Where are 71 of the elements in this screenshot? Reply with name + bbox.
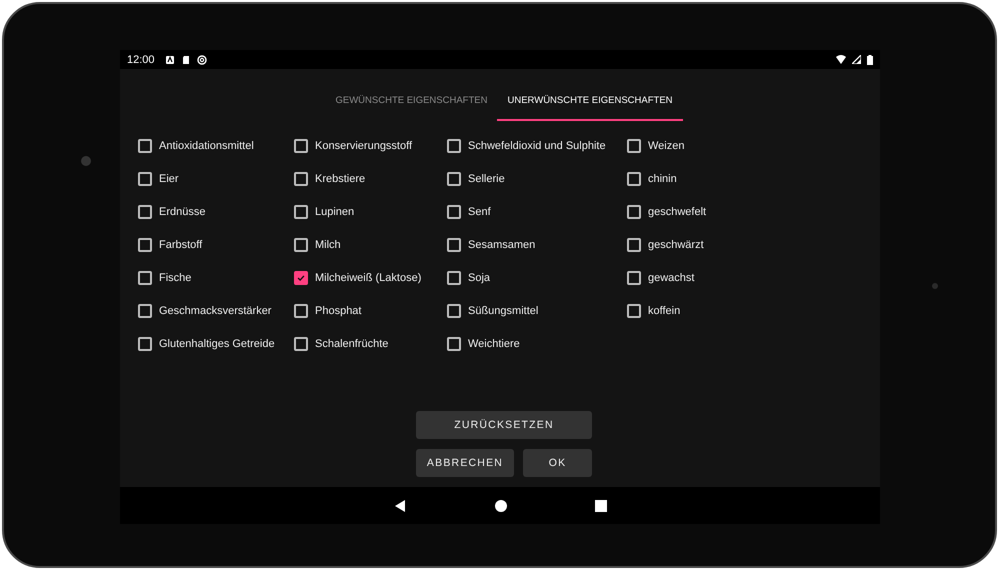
checkbox[interactable] <box>447 172 461 186</box>
checkbox-label: Krebstiere <box>315 172 366 184</box>
checkbox[interactable] <box>138 336 152 350</box>
checkbox-label: Weizen <box>648 140 684 152</box>
checkbox-label: Sesamsamen <box>468 238 536 250</box>
checkbox-label: Lupinen <box>315 206 354 218</box>
tab[interactable]: GEWÜNSCHTE EIGENSCHAFTEN <box>325 87 498 121</box>
checkbox[interactable] <box>138 138 152 152</box>
wifi-icon <box>836 55 846 64</box>
home-icon[interactable] <box>495 500 507 512</box>
checkbox[interactable] <box>294 238 308 252</box>
checkbox[interactable] <box>138 304 152 318</box>
checkbox-label: Farbstoff <box>159 238 202 250</box>
checkbox-label: Milch <box>315 238 341 250</box>
status-time: 12:00 <box>127 54 155 66</box>
sensor-dot <box>932 283 938 289</box>
checkbox[interactable] <box>447 204 461 218</box>
checkbox-label: Geschmacksverstärker <box>159 304 272 316</box>
cancel-button[interactable]: ABBRECHEN <box>416 449 514 477</box>
ok-button[interactable]: OK <box>523 449 592 477</box>
sync-icon <box>196 54 207 64</box>
checkbox-label: geschwärzt <box>648 238 704 250</box>
checkbox[interactable] <box>294 336 308 350</box>
checkbox-label: geschwefelt <box>648 206 706 218</box>
battery-icon <box>867 54 873 64</box>
checkbox[interactable] <box>447 138 461 152</box>
checkbox[interactable] <box>294 172 308 186</box>
checkbox-label: koffein <box>648 304 680 316</box>
signal-icon <box>852 55 861 64</box>
checkbox[interactable] <box>447 238 461 252</box>
tab[interactable]: UNERWÜNSCHTE EIGENSCHAFTEN <box>497 87 683 121</box>
recents-icon[interactable] <box>595 500 607 512</box>
checkbox[interactable] <box>627 172 641 186</box>
checkbox[interactable] <box>627 204 641 218</box>
checkbox-label: Sellerie <box>468 172 505 184</box>
checkbox-label: Soja <box>468 272 490 284</box>
checkbox[interactable] <box>627 304 641 318</box>
checkbox-label: Erdnüsse <box>159 206 206 218</box>
checkbox-label: Eier <box>159 172 179 184</box>
checkbox-label: Weichtiere <box>468 338 520 350</box>
checkbox[interactable] <box>138 270 152 284</box>
checkbox[interactable] <box>294 138 308 152</box>
reset-button[interactable]: ZURÜCKSETZEN <box>416 411 592 439</box>
checkbox-label: Schwefeldioxid und Sulphite <box>468 140 606 152</box>
checkbox[interactable] <box>138 238 152 252</box>
checkbox-label: Antioxidationsmittel <box>159 140 254 152</box>
checkbox[interactable] <box>138 204 152 218</box>
checkbox[interactable] <box>294 270 308 284</box>
checkbox[interactable] <box>627 270 641 284</box>
checkbox[interactable] <box>447 270 461 284</box>
sd-card-icon <box>180 54 191 64</box>
checkbox[interactable] <box>294 304 308 318</box>
checkbox-label: Schalenfrüchte <box>315 338 388 350</box>
checkbox[interactable] <box>447 336 461 350</box>
checkbox[interactable] <box>294 204 308 218</box>
checkbox[interactable] <box>138 172 152 186</box>
checkbox[interactable] <box>627 238 641 252</box>
checkbox[interactable] <box>627 138 641 152</box>
camera-lens <box>81 156 91 166</box>
checkbox-label: Fische <box>159 272 192 284</box>
notification-icon <box>164 54 175 64</box>
checkbox-label: Süßungsmittel <box>468 304 538 316</box>
checkbox-label: Glutenhaltiges Getreide <box>159 338 275 350</box>
checkbox-label: chinin <box>648 172 677 184</box>
checkbox-label: gewachst <box>648 272 694 284</box>
checkbox-label: Phosphat <box>315 304 362 316</box>
checkbox[interactable] <box>447 304 461 318</box>
back-icon[interactable] <box>393 498 407 512</box>
checkbox-label: Konservierungsstoff <box>315 140 412 152</box>
checkbox-label: Senf <box>468 206 491 218</box>
checkbox-label: Milcheiweiß (Laktose) <box>315 272 422 284</box>
